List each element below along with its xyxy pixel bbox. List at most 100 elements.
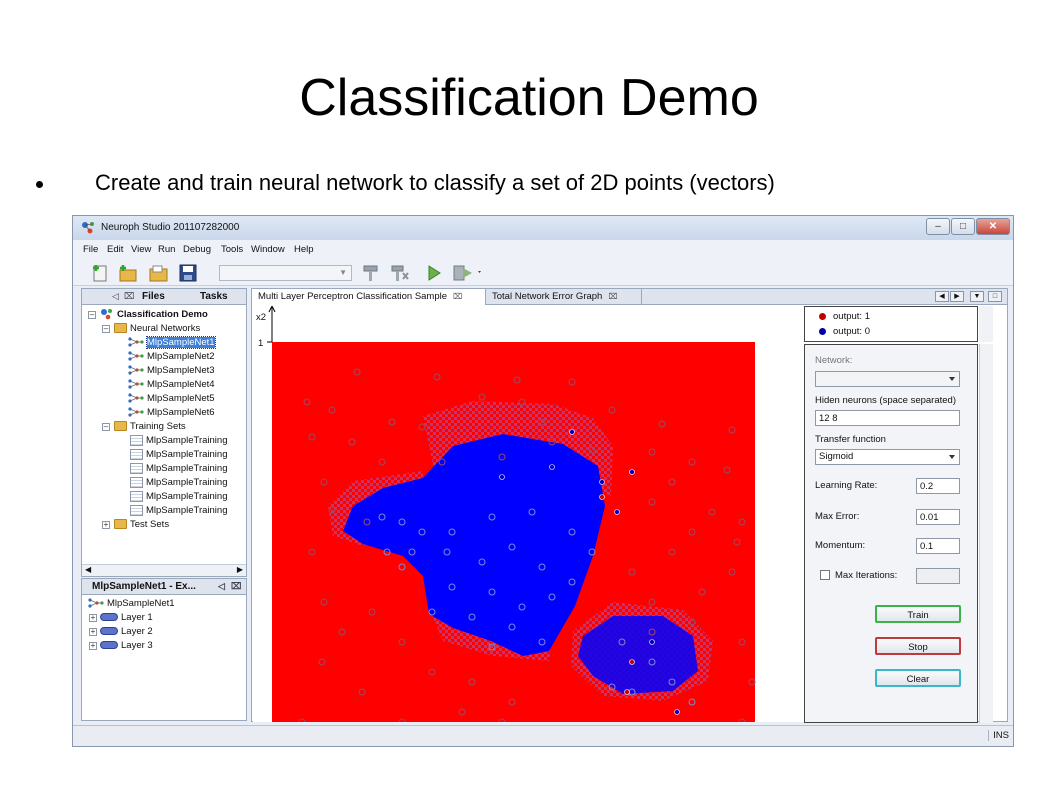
panel-minimize-icon[interactable]: ◁	[218, 581, 225, 592]
new-project-icon[interactable]	[117, 263, 139, 283]
training-set-item[interactable]: MlpSampleTraining	[130, 490, 228, 503]
training-set-icon	[130, 490, 143, 502]
tab-tasks[interactable]: Tasks	[200, 291, 228, 302]
tab-classification-sample[interactable]: Multi Layer Perceptron Classification Sa…	[252, 289, 486, 305]
test-sets-folder[interactable]: Test Sets	[114, 518, 169, 531]
configuration-combo[interactable]: ▼	[219, 265, 352, 281]
max-error-input[interactable]	[916, 509, 960, 525]
training-set-icon	[130, 448, 143, 460]
open-project-icon[interactable]	[148, 263, 170, 283]
scroll-tabs-right-icon[interactable]: ▶	[950, 291, 964, 302]
close-icon[interactable]: ⌧	[608, 292, 617, 301]
menu-debug[interactable]: Debug	[183, 244, 211, 255]
close-button[interactable]: ✕	[976, 218, 1010, 235]
layer-item[interactable]: Layer 2	[100, 625, 153, 638]
navigator-panel: MlpSampleNet1 - Ex... ◁ ⌧ MlpSampleNet1 …	[81, 578, 247, 721]
clear-button[interactable]: Clear	[875, 669, 961, 687]
insert-mode-indicator: INS	[988, 730, 1009, 741]
training-set-item[interactable]: MlpSampleTraining	[130, 504, 228, 517]
collapse-training-sets-icon[interactable]: –	[102, 423, 110, 431]
momentum-label: Momentum:	[815, 540, 866, 551]
network-icon	[128, 393, 144, 404]
bullet-text: Create and train neural network to class…	[95, 170, 775, 195]
scroll-right-icon[interactable]: ▶	[237, 565, 243, 574]
maximize-button[interactable]: □	[951, 218, 975, 235]
network-item[interactable]: MlpSampleNet1	[128, 336, 216, 349]
expand-test-sets-icon[interactable]: +	[102, 521, 110, 529]
slide-bullet: Create and train neural network to class…	[36, 170, 775, 196]
tab-list-dropdown-icon[interactable]: ▼	[970, 291, 984, 302]
training-sets-folder[interactable]: Training Sets	[114, 420, 186, 433]
tab-files[interactable]: Files	[142, 291, 165, 302]
collapse-networks-icon[interactable]: –	[102, 325, 110, 333]
network-item[interactable]: MlpSampleNet2	[128, 350, 215, 363]
menu-edit[interactable]: Edit	[107, 244, 123, 255]
project-node[interactable]: Classification Demo	[100, 308, 208, 321]
training-set-item[interactable]: MlpSampleTraining	[130, 476, 228, 489]
chevron-down-icon	[949, 455, 955, 459]
neural-networks-folder[interactable]: Neural Networks	[114, 322, 200, 335]
data-point-solid	[629, 659, 635, 665]
chevron-down-icon	[949, 377, 955, 381]
debug-icon[interactable]	[451, 263, 485, 283]
close-icon: ✕	[988, 221, 998, 232]
momentum-input[interactable]	[916, 538, 960, 554]
training-set-item[interactable]: MlpSampleTraining	[130, 434, 228, 447]
menu-run[interactable]: Run	[158, 244, 175, 255]
expand-layer-icon[interactable]: +	[89, 642, 97, 650]
menu-file[interactable]: File	[83, 244, 98, 255]
max-iterations-checkbox[interactable]	[820, 570, 830, 580]
panel-close-icon[interactable]: ⌧	[231, 581, 241, 592]
classification-plot[interactable]: x2 1	[253, 306, 805, 722]
hidden-neurons-label: Hiden neurons (space separated)	[815, 395, 957, 406]
panel-minimize-icon[interactable]: ◁	[112, 291, 119, 302]
hidden-neurons-input[interactable]	[815, 410, 960, 426]
menu-window[interactable]: Window	[251, 244, 285, 255]
tab-total-error-graph[interactable]: Total Network Error Graph ⌧	[486, 289, 642, 305]
expand-layer-icon[interactable]: +	[89, 614, 97, 622]
training-set-item[interactable]: MlpSampleTraining	[130, 448, 228, 461]
layer-item[interactable]: Layer 3	[100, 639, 153, 652]
maximize-icon: □	[959, 221, 967, 232]
legend-item-output-1: output: 1	[819, 311, 870, 322]
minimize-button[interactable]: –	[926, 218, 950, 235]
expand-layer-icon[interactable]: +	[89, 628, 97, 636]
stop-button[interactable]: Stop	[875, 637, 961, 655]
network-icon	[128, 365, 144, 376]
layer-item[interactable]: Layer 1	[100, 611, 153, 624]
controls-scrollbar[interactable]	[979, 344, 993, 723]
collapse-project-icon[interactable]: –	[88, 311, 96, 319]
scroll-tabs-left-icon[interactable]: ◀	[935, 291, 949, 302]
transfer-function-label: Transfer function	[815, 434, 886, 445]
save-icon[interactable]	[177, 263, 199, 283]
training-set-item[interactable]: MlpSampleTraining	[130, 462, 228, 475]
learning-rate-input[interactable]	[916, 478, 960, 494]
close-icon[interactable]: ⌧	[453, 292, 462, 301]
window-titlebar[interactable]: Neuroph Studio 201107282000 – □ ✕	[73, 216, 1013, 240]
max-iterations-input[interactable]	[916, 568, 960, 584]
y-axis-label: x2	[256, 312, 267, 323]
legend-scrollbar[interactable]	[979, 306, 993, 342]
data-point-solid	[599, 494, 605, 500]
clean-build-icon[interactable]	[389, 263, 411, 283]
run-icon[interactable]	[423, 263, 445, 283]
network-item[interactable]: MlpSampleNet5	[128, 392, 215, 405]
scroll-left-icon[interactable]: ◀	[85, 565, 91, 574]
network-item[interactable]: MlpSampleNet4	[128, 378, 215, 391]
menu-help[interactable]: Help	[294, 244, 314, 255]
network-item[interactable]: MlpSampleNet6	[128, 406, 215, 419]
maximize-editor-icon[interactable]: □	[988, 291, 1002, 302]
network-item[interactable]: MlpSampleNet3	[128, 364, 215, 377]
network-select[interactable]	[815, 371, 960, 387]
train-button[interactable]: Train	[875, 605, 961, 623]
folder-icon	[114, 519, 127, 530]
projects-horizontal-scrollbar[interactable]: ◀ ▶	[82, 564, 246, 576]
panel-close-icon[interactable]: ⌧	[124, 291, 134, 302]
build-hammer-icon[interactable]	[360, 263, 382, 283]
transfer-function-select[interactable]: Sigmoid	[815, 449, 960, 465]
menu-view[interactable]: View	[131, 244, 151, 255]
navigator-root[interactable]: MlpSampleNet1	[88, 597, 175, 610]
classification-plot-svg[interactable]	[253, 306, 805, 722]
new-file-icon[interactable]	[90, 263, 112, 283]
menu-tools[interactable]: Tools	[221, 244, 243, 255]
